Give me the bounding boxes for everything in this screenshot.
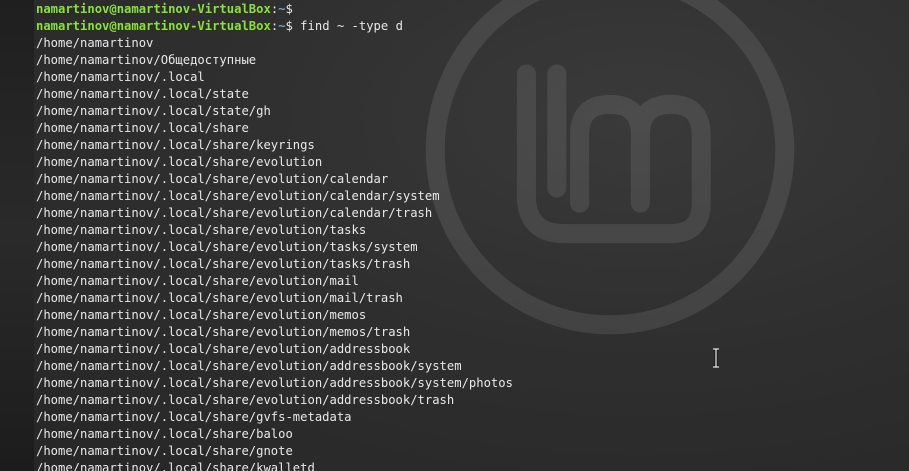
text-cursor-icon xyxy=(713,348,719,368)
output-line: /home/namartinov/.local/share/evolution/… xyxy=(36,308,367,322)
prompt-line: namartinov@namartinov-VirtualBox:~$ xyxy=(36,1,909,18)
prompt-user-host: namartinov@namartinov-VirtualBox xyxy=(36,19,271,33)
output-line: /home/namartinov/.local/share/evolution/… xyxy=(36,393,455,407)
output-line: /home/namartinov/.local/share/evolution xyxy=(36,155,323,169)
output-line: /home/namartinov/.local/share/evolution/… xyxy=(36,223,367,237)
output-line: /home/namartinov/.local/share/gnote xyxy=(36,444,293,458)
output-line: /home/namartinov/.local/share/evolution/… xyxy=(36,257,411,271)
output-line: /home/namartinov/.local/share/evolution/… xyxy=(36,376,513,390)
output-line: /home/namartinov/.local xyxy=(36,70,205,84)
output-line: /home/namartinov/.local/share xyxy=(36,121,249,135)
output-line: /home/namartinov/.local/share/evolution/… xyxy=(36,291,403,305)
output-line: /home/namartinov/Общедоступные xyxy=(36,53,257,67)
prompt-user-host: namartinov@namartinov-VirtualBox xyxy=(36,2,271,16)
prompt-path: ~ xyxy=(278,2,286,16)
output-line: /home/namartinov/.local/share/evolution/… xyxy=(36,342,411,356)
output-line: /home/namartinov/.local/share/keyrings xyxy=(36,138,315,152)
output-line: /home/namartinov/.local/state xyxy=(36,87,249,101)
output-line: /home/namartinov/.local/share/evolution/… xyxy=(36,172,389,186)
output-line: /home/namartinov/.local/share/baloo xyxy=(36,427,293,441)
output-line: /home/namartinov/.local/share/kwalletd xyxy=(36,461,315,471)
command-text: find ~ -type d xyxy=(292,19,403,33)
terminal-output[interactable]: namartinov@namartinov-VirtualBox:~$ namar… xyxy=(36,1,909,471)
desktop-screen: namartinov@namartinov-VirtualBox:~$ namar… xyxy=(0,0,909,471)
prompt-line: namartinov@namartinov-VirtualBox:~$ find… xyxy=(36,18,909,35)
output-line: /home/namartinov/.local/share/evolution/… xyxy=(36,325,411,339)
output-line: /home/namartinov xyxy=(36,36,154,50)
prompt-symbol: $ xyxy=(285,19,293,33)
output-line: /home/namartinov/.local/share/evolution/… xyxy=(36,240,418,254)
window-edge-strip xyxy=(0,0,34,471)
prompt-symbol: $ xyxy=(285,2,293,16)
output-line: /home/namartinov/.local/share/evolution/… xyxy=(36,359,462,373)
output-line: /home/namartinov/.local/state/gh xyxy=(36,104,271,118)
output-line: /home/namartinov/.local/share/gvfs-metad… xyxy=(36,410,352,424)
output-line: /home/namartinov/.local/share/evolution/… xyxy=(36,206,433,220)
prompt-path: ~ xyxy=(278,19,286,33)
output-line: /home/namartinov/.local/share/evolution/… xyxy=(36,274,359,288)
output-line: /home/namartinov/.local/share/evolution/… xyxy=(36,189,440,203)
